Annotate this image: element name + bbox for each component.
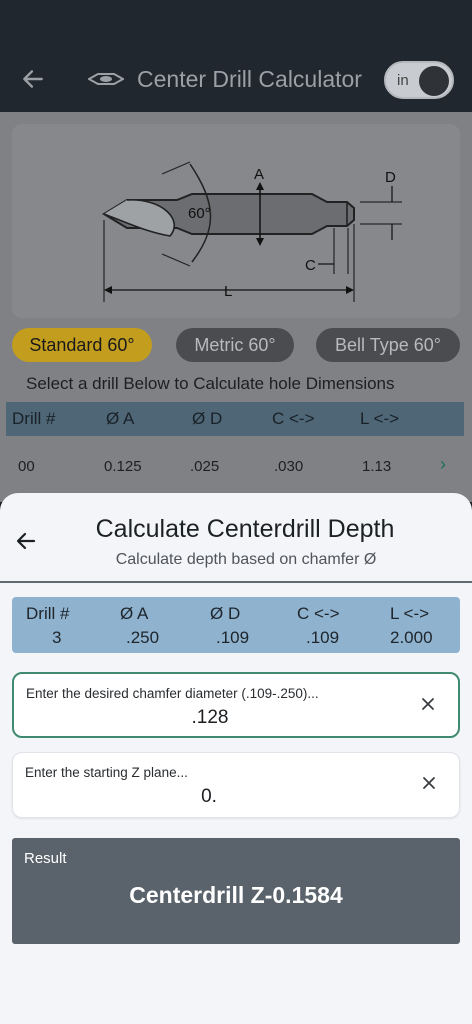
info-header-dia-a: Ø A <box>120 604 149 623</box>
dim-c-label: C <box>305 257 316 274</box>
z-field-label: Enter the starting Z plane... <box>25 765 188 780</box>
chamfer-field-label: Enter the desired chamfer diameter (.109… <box>26 686 319 701</box>
divider <box>0 581 472 583</box>
info-value-dia-a: .250 <box>126 628 160 647</box>
col-c: C <-> <box>272 409 315 428</box>
back-arrow-icon[interactable] <box>20 66 46 92</box>
tab-bell-type-60[interactable]: Bell Type 60° <box>316 328 460 362</box>
chamfer-field-value[interactable]: .128 <box>14 707 406 729</box>
app-bar: Center Drill Calculator in <box>0 0 472 112</box>
chevron-right-icon[interactable]: › <box>440 454 446 475</box>
dim-d-label: D <box>385 169 396 186</box>
angle-label: 60° <box>188 205 211 222</box>
col-dia-d: Ø D <box>192 409 223 428</box>
info-header-c: C <-> <box>297 604 340 623</box>
col-l: L <-> <box>360 409 400 428</box>
info-value-drill: 3 <box>52 628 62 647</box>
result-value: Centerdrill Z-0.1584 <box>129 882 343 908</box>
unit-toggle[interactable]: in <box>384 61 454 99</box>
chamfer-diameter-field[interactable]: Enter the desired chamfer diameter (.109… <box>12 672 460 738</box>
sheet-subtitle: Calculate depth based on chamfer Ø <box>115 551 377 568</box>
app-title: Center Drill Calculator <box>137 66 362 92</box>
starting-z-field[interactable]: Enter the starting Z plane... 0. <box>12 752 460 818</box>
col-dia-a: Ø A <box>106 409 135 428</box>
dim-a-label: A <box>254 166 264 183</box>
info-value-l: 2.000 <box>390 628 433 647</box>
sheet-title: Calculate Centerdrill Depth <box>95 515 395 543</box>
info-value-dia-d: .109 <box>216 628 250 647</box>
clear-icon[interactable] <box>419 773 439 793</box>
info-header-drill: Drill # <box>26 604 70 623</box>
dim-l-label: L <box>224 283 232 300</box>
result-label: Result <box>24 850 67 867</box>
cell-dia-d: .025 <box>190 458 220 475</box>
tab-standard-60[interactable]: Standard 60° <box>12 328 152 362</box>
cell-c: .030 <box>274 458 304 475</box>
selection-instruction: Select a drill Below to Calculate hole D… <box>26 374 395 393</box>
info-header-l: L <-> <box>390 604 430 623</box>
tab-metric-60[interactable]: Metric 60° <box>176 328 294 362</box>
clear-icon[interactable] <box>418 694 438 714</box>
col-drill: Drill # <box>12 409 56 428</box>
drill-table-header: Drill # Ø A Ø D C <-> L <-> <box>6 402 464 436</box>
z-field-value[interactable]: 0. <box>13 786 405 808</box>
depth-calculator-sheet: Calculate Centerdrill Depth Calculate de… <box>0 493 472 1024</box>
cell-l: 1.13 <box>362 458 392 475</box>
result-panel: Result Centerdrill Z-0.1584 <box>12 838 460 944</box>
center-drill-diagram: 60° A D C L <box>12 124 460 318</box>
cell-drill: 00 <box>18 458 35 475</box>
center-drill-logo-icon <box>88 73 124 85</box>
unit-toggle-label: in <box>397 72 409 89</box>
toggle-knob <box>419 66 449 96</box>
cell-dia-a: 0.125 <box>104 458 142 475</box>
info-value-c: .109 <box>306 628 340 647</box>
info-header-dia-d: Ø D <box>210 604 241 623</box>
drill-selection-page: 60° A D C L Standard 60° Metric 60° Bell… <box>0 112 472 502</box>
selected-drill-info: Drill # Ø A Ø D C <-> L <-> 3 .250 .109 … <box>12 597 460 653</box>
